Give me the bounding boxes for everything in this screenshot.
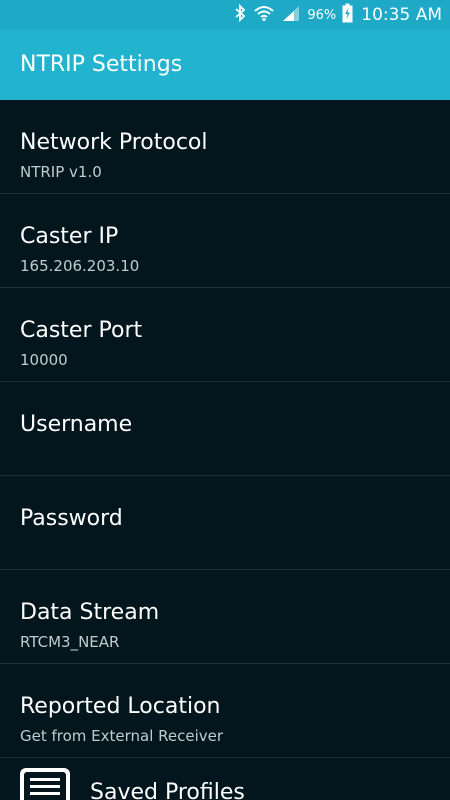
setting-summary: NTRIP v1.0 <box>20 163 102 181</box>
setting-summary: 165.206.203.10 <box>20 257 140 275</box>
setting-title: Reported Location <box>20 694 221 719</box>
setting-title: Password <box>20 506 123 531</box>
saved-profiles-item[interactable]: Saved Profiles <box>0 758 450 800</box>
signal-icon <box>281 4 301 26</box>
battery-percent: 96% <box>307 7 337 23</box>
clock: 10:35 AM <box>361 5 442 25</box>
battery-charging-icon <box>342 3 353 27</box>
setting-password[interactable]: Password <box>0 476 450 570</box>
setting-title: Caster Port <box>20 318 143 343</box>
settings-list: Network Protocol NTRIP v1.0 Caster IP 16… <box>0 100 450 800</box>
status-bar: 96% 10:35 AM <box>0 0 450 30</box>
setting-title: Network Protocol <box>20 130 208 155</box>
setting-summary: RTCM3_NEAR <box>20 633 120 651</box>
wifi-icon <box>253 4 275 26</box>
setting-data-stream[interactable]: Data Stream RTCM3_NEAR <box>0 570 450 664</box>
bluetooth-icon <box>233 3 247 26</box>
page-title: NTRIP Settings <box>20 52 183 77</box>
setting-summary: Get from External Receiver <box>20 727 224 745</box>
setting-title: Data Stream <box>20 600 160 625</box>
setting-title: Caster IP <box>20 224 119 249</box>
setting-title: Username <box>20 412 133 437</box>
setting-reported-location[interactable]: Reported Location Get from External Rece… <box>0 664 450 758</box>
setting-caster-ip[interactable]: Caster IP 165.206.203.10 <box>0 194 450 288</box>
app-bar: NTRIP Settings <box>0 30 450 100</box>
setting-caster-port[interactable]: Caster Port 10000 <box>0 288 450 382</box>
setting-username[interactable]: Username <box>0 382 450 476</box>
saved-profiles-label: Saved Profiles <box>90 780 245 800</box>
setting-summary: 10000 <box>20 351 68 369</box>
document-list-icon <box>20 768 70 800</box>
setting-network-protocol[interactable]: Network Protocol NTRIP v1.0 <box>0 100 450 194</box>
status-icons: 96% 10:35 AM <box>227 0 442 30</box>
